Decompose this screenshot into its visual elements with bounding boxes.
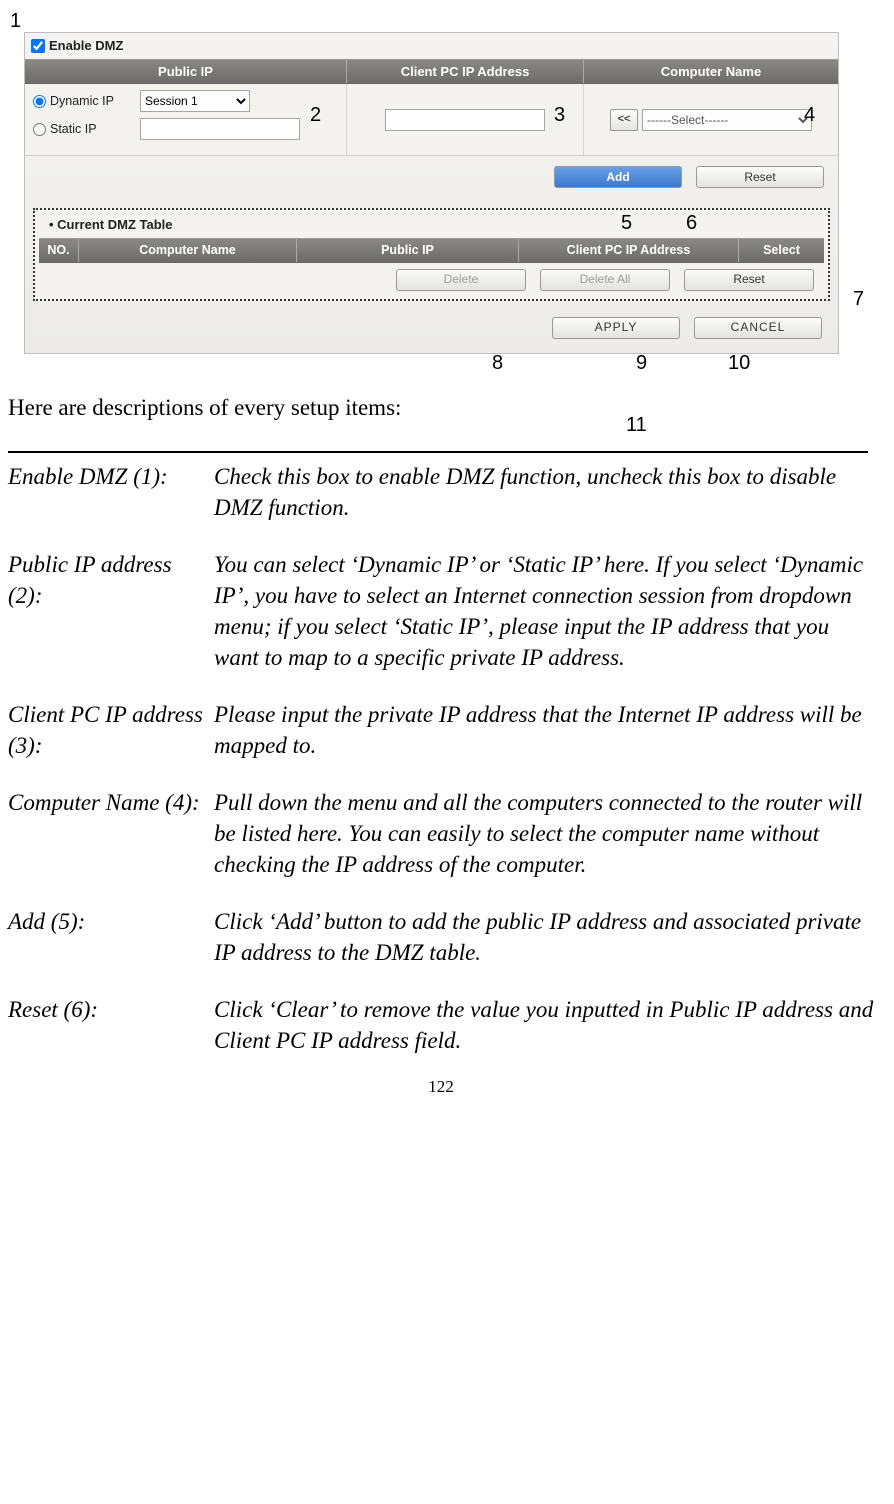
computer-name-cell: << ------Select------ — [584, 84, 838, 155]
computer-name-select[interactable]: ------Select------ — [642, 109, 812, 131]
current-dmz-title: Current DMZ Table — [39, 214, 824, 238]
header-client-ip: Client PC IP Address — [347, 60, 584, 84]
reset-button[interactable]: Reset — [696, 166, 824, 188]
desc-label: Add (5): — [8, 906, 214, 968]
col-select: Select — [739, 239, 824, 262]
header-computer-name: Computer Name — [584, 60, 838, 84]
screenshot-region: 1 2 3 4 5 6 7 8 9 10 11 Enable DMZ Publi… — [8, 12, 874, 354]
descriptions-intro: Here are descriptions of every setup ite… — [8, 392, 874, 423]
form-body-row: Dynamic IP Session 1 Static IP << ------… — [25, 84, 838, 156]
annotation-11: 11 — [626, 412, 647, 439]
annotation-9: 9 — [636, 350, 647, 377]
cancel-button[interactable]: CANCEL — [694, 317, 822, 339]
session-select[interactable]: Session 1 — [140, 90, 250, 112]
delete-all-button[interactable]: Delete All — [540, 269, 670, 291]
annotation-6: 6 — [686, 210, 697, 237]
add-reset-row: Add Reset — [25, 156, 838, 194]
desc-client-pc-ip: Client PC IP address (3): Please input t… — [8, 699, 874, 761]
desc-computer-name: Computer Name (4): Pull down the menu an… — [8, 787, 874, 880]
dynamic-ip-label: Dynamic IP — [50, 93, 136, 110]
desc-reset: Reset (6): Click ‘Clear’ to remove the v… — [8, 994, 874, 1056]
annotation-8: 8 — [492, 350, 503, 377]
apply-cancel-row: APPLY CANCEL — [25, 307, 838, 343]
page-number: 122 — [8, 1076, 874, 1099]
annotation-10: 10 — [728, 350, 750, 377]
enable-dmz-label: Enable DMZ — [49, 37, 123, 55]
dynamic-ip-radio[interactable] — [33, 95, 46, 108]
desc-label: Reset (6): — [8, 994, 214, 1056]
table-reset-button[interactable]: Reset — [684, 269, 814, 291]
desc-body: Pull down the menu and all the computers… — [214, 787, 874, 880]
annotation-7: 7 — [853, 286, 864, 313]
header-public-ip: Public IP — [25, 60, 347, 84]
desc-label: Client PC IP address (3): — [8, 699, 214, 761]
form-header-row: Public IP Client PC IP Address Computer … — [25, 59, 838, 85]
static-ip-input[interactable] — [140, 118, 300, 140]
enable-dmz-row: Enable DMZ — [25, 33, 838, 59]
current-dmz-table-box: Current DMZ Table NO. Computer Name Publ… — [33, 208, 830, 300]
desc-enable-dmz: Enable DMZ (1): Check this box to enable… — [8, 461, 874, 523]
add-button[interactable]: Add — [554, 166, 682, 188]
static-ip-line: Static IP — [33, 118, 338, 140]
description-list: Enable DMZ (1): Check this box to enable… — [8, 461, 874, 1057]
desc-label: Enable DMZ (1): — [8, 461, 214, 523]
desc-body: Click ‘Clear’ to remove the value you in… — [214, 994, 874, 1056]
annotation-5: 5 — [621, 210, 632, 237]
client-ip-cell — [347, 84, 584, 155]
annotation-1: 1 — [10, 8, 21, 35]
table-button-row: Delete Delete All Reset — [39, 263, 824, 291]
col-public-ip: Public IP — [297, 239, 519, 262]
copy-name-button[interactable]: << — [610, 109, 638, 131]
client-ip-input[interactable] — [385, 109, 545, 131]
apply-button[interactable]: APPLY — [552, 317, 680, 339]
desc-public-ip: Public IP address (2): You can select ‘D… — [8, 549, 874, 673]
desc-body: You can select ‘Dynamic IP’ or ‘Static I… — [214, 549, 874, 673]
desc-body: Please input the private IP address that… — [214, 699, 874, 761]
divider — [8, 451, 868, 453]
enable-dmz-checkbox[interactable] — [31, 39, 45, 53]
annotation-4: 4 — [804, 102, 815, 129]
dmz-settings-panel: Enable DMZ Public IP Client PC IP Addres… — [24, 32, 839, 354]
col-client-ip: Client PC IP Address — [519, 239, 739, 262]
public-ip-cell: Dynamic IP Session 1 Static IP — [25, 84, 347, 155]
desc-add: Add (5): Click ‘Add’ button to add the p… — [8, 906, 874, 968]
col-computer-name: Computer Name — [79, 239, 297, 262]
annotation-3: 3 — [554, 102, 565, 129]
col-no: NO. — [39, 239, 79, 262]
dmz-table-header: NO. Computer Name Public IP Client PC IP… — [39, 238, 824, 263]
static-ip-radio[interactable] — [33, 123, 46, 136]
static-ip-label: Static IP — [50, 121, 136, 138]
delete-button[interactable]: Delete — [396, 269, 526, 291]
dynamic-ip-line: Dynamic IP Session 1 — [33, 90, 338, 112]
annotation-2: 2 — [310, 102, 321, 129]
desc-body: Check this box to enable DMZ function, u… — [214, 461, 874, 523]
desc-label: Computer Name (4): — [8, 787, 214, 880]
desc-body: Click ‘Add’ button to add the public IP … — [214, 906, 874, 968]
desc-label: Public IP address (2): — [8, 549, 214, 673]
